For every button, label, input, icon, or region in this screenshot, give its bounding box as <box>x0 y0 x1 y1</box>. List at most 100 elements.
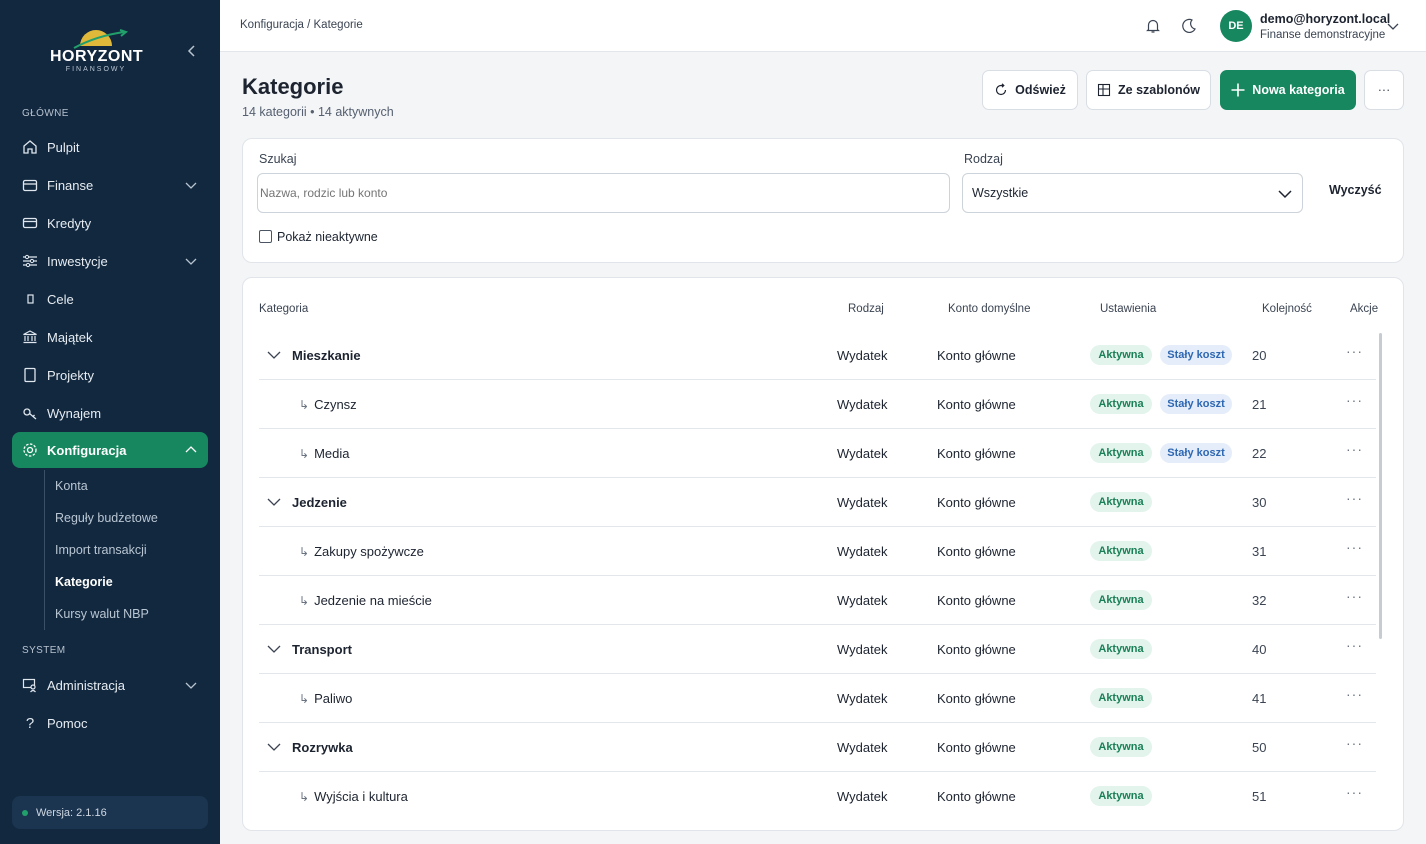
help-icon: ? <box>25 714 35 732</box>
table-row-parent[interactable]: Jedzenie Wydatek Konto główne Aktywna 30 ··· <box>259 478 1376 527</box>
table-row[interactable]: ↳ Paliwo Wydatek Konto główne Aktywna 41 ··· <box>259 674 1376 723</box>
plus-icon <box>1231 83 1245 97</box>
sidebar-subitem-konta[interactable]: Konta <box>55 479 88 493</box>
child-arrow-icon: ↳ <box>299 790 310 804</box>
row-actions-button[interactable]: ··· <box>1346 343 1363 359</box>
status-badge: Aktywna <box>1090 737 1152 757</box>
new-category-button[interactable]: Nowa kategoria <box>1220 70 1356 110</box>
clear-filters-button[interactable]: Wyczyść <box>1329 183 1382 197</box>
sidebar-item-projekty[interactable]: Projekty <box>12 357 208 393</box>
column-header-type[interactable]: Rodzaj <box>848 303 884 315</box>
chevron-down-icon[interactable] <box>267 642 281 656</box>
sidebar-item-label: Majątek <box>47 329 93 345</box>
table-row-parent[interactable]: Transport Wydatek Konto główne Aktywna 40 ··· <box>259 625 1376 674</box>
sidebar: HORYZONT FINANSOWY GŁÓWNE Pulpit Finanse… <box>0 0 220 844</box>
table-row[interactable]: ↳ Jedzenie na mieście Wydatek Konto główne A… <box>259 576 1376 625</box>
row-actions-button[interactable]: ··· <box>1346 539 1363 555</box>
sidebar-item-konfiguracja[interactable]: Konfiguracja <box>12 432 208 468</box>
table-row-parent[interactable]: Mieszkanie Wydatek Konto główne Aktywna Stał… <box>259 331 1376 380</box>
sidebar-item-label: Konfiguracja <box>47 442 127 458</box>
avatar[interactable]: DE <box>1220 10 1252 42</box>
breadcrumb[interactable]: Konfiguracja / Kategorie <box>240 19 363 31</box>
sidebar-item-cele[interactable]: Cele <box>12 281 208 317</box>
sidebar-item-kredyty[interactable]: Kredyty <box>12 205 208 241</box>
chevron-down-icon <box>185 182 197 189</box>
bank-icon <box>22 329 38 345</box>
sidebar-subitem-kursy[interactable]: Kursy walut NBP <box>55 607 149 621</box>
status-badge: Aktywna <box>1090 639 1152 659</box>
row-actions-button[interactable]: ··· <box>1346 392 1363 408</box>
sidebar-item-majatek[interactable]: Majątek <box>12 319 208 355</box>
templates-button[interactable]: Ze szablonów <box>1086 70 1211 110</box>
sidebar-item-inwestycje[interactable]: Inwestycje <box>12 243 208 279</box>
chevron-down-icon[interactable] <box>267 495 281 509</box>
row-actions-button[interactable]: ··· <box>1346 686 1363 702</box>
logo-sun-icon <box>73 29 129 49</box>
row-actions-button[interactable]: ··· <box>1346 490 1363 506</box>
sidebar-item-pomoc[interactable]: ? Pomoc <box>12 705 208 741</box>
category-order: 20 <box>1252 348 1267 363</box>
table-row[interactable]: ↳ Wyjścia i kultura Wydatek Konto główne Akt… <box>259 772 1376 821</box>
search-input[interactable] <box>257 173 950 213</box>
sidebar-item-administracja[interactable]: Administracja <box>12 667 208 703</box>
sidebar-item-label: Pulpit <box>47 139 80 155</box>
show-inactive-label[interactable]: Pokaż nieaktywne <box>277 230 378 244</box>
bell-icon[interactable] <box>1144 17 1162 35</box>
submenu-divider <box>44 470 45 630</box>
logo[interactable]: HORYZONT FINANSOWY <box>50 28 143 78</box>
show-inactive-checkbox[interactable] <box>259 230 272 243</box>
column-header-account[interactable]: Konto domyślne <box>948 303 1030 315</box>
category-type: Wydatek <box>837 642 888 657</box>
row-actions-button[interactable]: ··· <box>1346 588 1363 604</box>
column-header-order[interactable]: Kolejność <box>1262 303 1312 315</box>
chevron-down-icon[interactable] <box>1386 19 1400 33</box>
default-account: Konto główne <box>937 495 1016 510</box>
row-actions-button[interactable]: ··· <box>1346 735 1363 751</box>
sidebar-subitem-reguly[interactable]: Reguły budżetowe <box>55 511 158 525</box>
row-actions-button[interactable]: ··· <box>1346 441 1363 457</box>
category-type: Wydatek <box>837 789 888 804</box>
chevron-down-icon[interactable] <box>267 740 281 754</box>
default-account: Konto główne <box>937 446 1016 461</box>
templates-label: Ze szablonów <box>1118 83 1200 97</box>
row-actions-button[interactable]: ··· <box>1346 784 1363 800</box>
status-dot <box>22 809 28 816</box>
table-row[interactable]: ↳ Media Wydatek Konto główne Aktywna Stały ko… <box>259 429 1376 478</box>
table-row[interactable]: ↳ Zakupy spożywcze Wydatek Konto główne Akty… <box>259 527 1376 576</box>
table-row[interactable]: ↳ Czynsz Wydatek Konto główne Aktywna Stały k… <box>259 380 1376 429</box>
table-row-parent[interactable]: Rozrywka Wydatek Konto główne Aktywna 50 ··· <box>259 723 1376 772</box>
sidebar-item-label: Projekty <box>47 367 94 383</box>
type-select[interactable]: Wszystkie <box>962 173 1303 213</box>
refresh-button[interactable]: Odśwież <box>982 70 1078 110</box>
category-order: 32 <box>1252 593 1267 608</box>
category-name: Transport <box>292 642 352 657</box>
sidebar-item-finanse[interactable]: Finanse <box>12 167 208 203</box>
sidebar-item-pulpit[interactable]: Pulpit <box>12 129 208 165</box>
sidebar-item-label: Cele <box>47 291 74 307</box>
chevron-down-icon[interactable] <box>267 348 281 362</box>
type-select-value: Wszystkie <box>972 186 1029 200</box>
new-category-label: Nowa kategoria <box>1252 83 1345 97</box>
status-badge: Aktywna <box>1090 590 1152 610</box>
sidebar-item-wynajem[interactable]: Wynajem <box>12 395 208 431</box>
user-email[interactable]: demo@horyzont.local <box>1260 12 1390 26</box>
grid-icon <box>1097 83 1111 97</box>
wallet-icon <box>22 177 38 193</box>
status-badge: Aktywna <box>1090 688 1152 708</box>
table-scrollbar[interactable] <box>1379 333 1382 639</box>
key-icon <box>22 405 38 421</box>
fixed-cost-badge: Stały koszt <box>1160 443 1232 463</box>
default-account: Konto główne <box>937 691 1016 706</box>
default-account: Konto główne <box>937 740 1016 755</box>
status-badge: Aktywna <box>1090 345 1152 365</box>
sidebar-subitem-kategorie[interactable]: Kategorie <box>55 575 113 589</box>
row-actions-button[interactable]: ··· <box>1346 637 1363 653</box>
more-actions-button[interactable]: ··· <box>1364 70 1404 110</box>
fixed-cost-badge: Stały koszt <box>1160 394 1232 414</box>
sidebar-item-label: Administracja <box>47 677 126 693</box>
credit-card-icon <box>22 215 38 231</box>
column-header-category[interactable]: Kategoria <box>259 303 308 315</box>
moon-icon[interactable] <box>1180 17 1198 35</box>
sidebar-subitem-import[interactable]: Import transakcji <box>55 543 147 557</box>
collapse-sidebar-button[interactable] <box>184 44 200 60</box>
